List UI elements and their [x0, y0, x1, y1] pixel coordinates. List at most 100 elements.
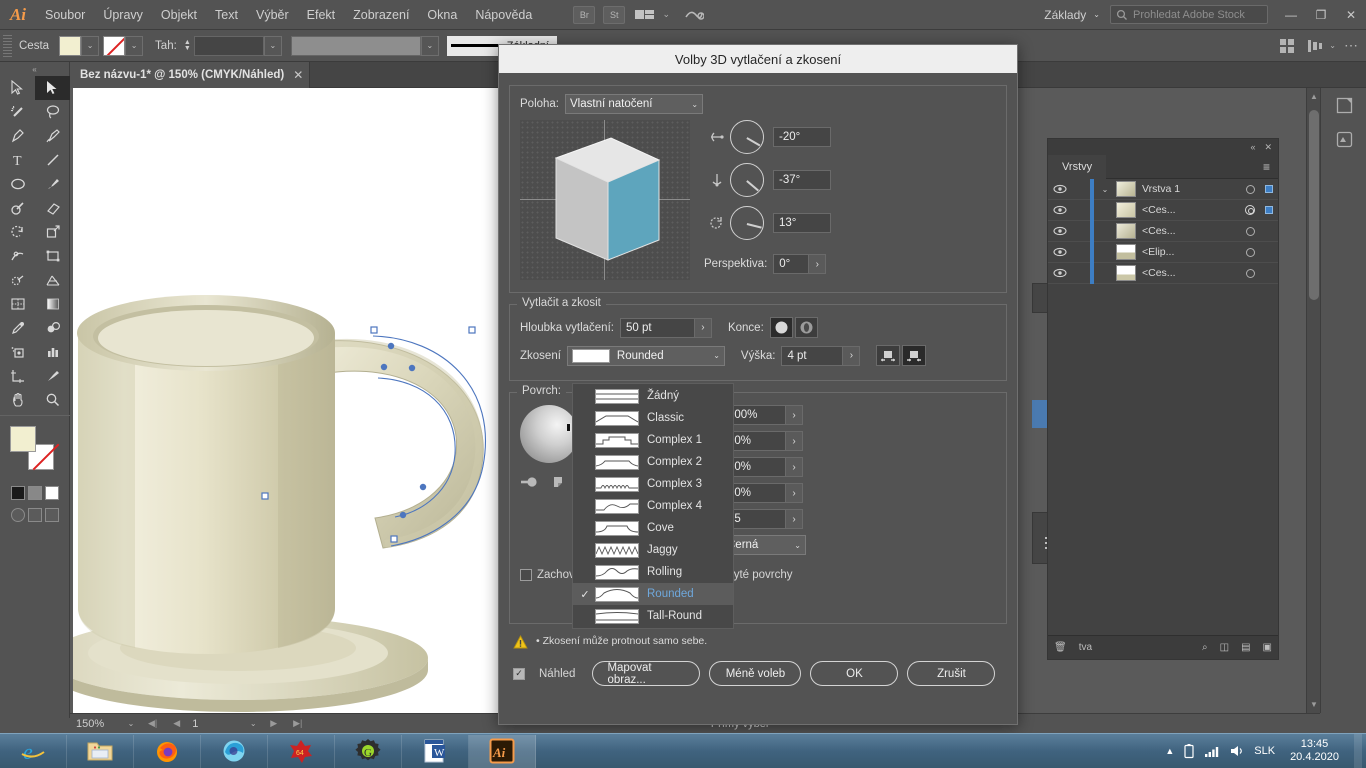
arrange-documents-button[interactable]: [635, 10, 655, 19]
taskbar-app-gear[interactable]: G: [335, 735, 402, 768]
menu-text[interactable]: Text: [206, 0, 247, 30]
taskbar-firefox[interactable]: [134, 735, 201, 768]
page-nav-first[interactable]: ◀|: [140, 718, 165, 729]
bevel-option-rounded[interactable]: ✓ Rounded: [573, 583, 733, 605]
color-button[interactable]: [11, 486, 25, 500]
align-grid-icon[interactable]: [1279, 38, 1295, 54]
stock-button[interactable]: St: [603, 6, 625, 24]
menu-soubor[interactable]: Soubor: [36, 0, 94, 30]
tool-eyedropper[interactable]: [0, 316, 35, 340]
bevel-option-complex2[interactable]: Complex 2: [573, 451, 733, 473]
tool-slice[interactable]: [35, 364, 70, 388]
locate-object-icon[interactable]: ⌕: [1202, 642, 1208, 653]
perspective-field[interactable]: 0°: [773, 254, 809, 274]
bevel-option-complex3[interactable]: Complex 3: [573, 473, 733, 495]
scrollbar-thumb[interactable]: [1309, 110, 1319, 300]
taskbar-file-explorer[interactable]: [67, 735, 134, 768]
volume-icon[interactable]: [1229, 744, 1245, 758]
bevel-dropdown-list[interactable]: Žádný Classic Complex 1: [572, 383, 734, 629]
extrude-depth-field[interactable]: 50 pt: [620, 318, 695, 338]
bevel-option-complex1[interactable]: Complex 1: [573, 429, 733, 451]
delete-light-icon[interactable]: [552, 475, 568, 490]
canvas-vertical-scrollbar[interactable]: ▲ ▼: [1306, 88, 1320, 713]
tool-free-transform[interactable]: [35, 244, 70, 268]
stock-search-input[interactable]: Prohledat Adobe Stock: [1110, 5, 1268, 24]
menu-zobrazeni[interactable]: Zobrazení: [344, 0, 418, 30]
tool-paintbrush[interactable]: [35, 172, 70, 196]
layer-name[interactable]: <Ces...: [1142, 267, 1240, 279]
delete-layer-icon[interactable]: 🗑: [1054, 642, 1067, 653]
rotate-y-dial[interactable]: [730, 120, 764, 154]
highlight-intensity-popup-button[interactable]: ›: [786, 457, 803, 477]
target-indicator[interactable]: [1240, 248, 1260, 257]
tool-selection[interactable]: [0, 76, 35, 100]
light-intensity-popup-button[interactable]: ›: [786, 405, 803, 425]
bevel-option-cove[interactable]: Cove: [573, 517, 733, 539]
page-nav-next[interactable]: ▶: [262, 718, 285, 729]
position-select[interactable]: Vlastní natočení ⌄: [565, 94, 703, 114]
draw-normal-button[interactable]: [11, 508, 25, 522]
scroll-up-icon[interactable]: ▲: [1310, 92, 1318, 101]
fill-swatch[interactable]: [59, 36, 81, 56]
tool-eraser[interactable]: [35, 196, 70, 220]
artboard[interactable]: [73, 88, 515, 713]
rotate-y-field[interactable]: -20°: [773, 127, 831, 147]
zoom-level[interactable]: 150%: [70, 718, 122, 730]
tool-symbol-sprayer[interactable]: [0, 340, 35, 364]
tool-magic-wand[interactable]: [0, 100, 35, 124]
menu-okna[interactable]: Okna: [418, 0, 466, 30]
workspace-switcher[interactable]: Základy ⌄: [1034, 8, 1110, 22]
cube-preview[interactable]: [520, 120, 690, 280]
visibility-eye-icon[interactable]: [1048, 226, 1072, 236]
stroke-swatch[interactable]: [103, 36, 125, 56]
layer-row-4[interactable]: <Ces...: [1048, 263, 1278, 284]
network-signal-icon[interactable]: [1204, 744, 1220, 758]
tool-lasso[interactable]: [35, 100, 70, 124]
close-icon[interactable]: ✕: [1264, 142, 1272, 153]
bevel-option-complex4[interactable]: Complex 4: [573, 495, 733, 517]
scroll-down-icon[interactable]: ▼: [1310, 700, 1318, 709]
gradient-button[interactable]: [28, 486, 42, 500]
extrude-depth-popup-button[interactable]: ›: [695, 318, 712, 338]
tool-hand[interactable]: [0, 388, 35, 412]
bevel-select[interactable]: Rounded ⌄: [567, 346, 725, 366]
draw-inside-button[interactable]: [45, 508, 59, 522]
new-sublayer-icon[interactable]: ▤: [1241, 642, 1250, 653]
bridge-button[interactable]: Br: [573, 6, 595, 24]
shading-color-select[interactable]: Černá ⌄: [722, 535, 806, 555]
close-button[interactable]: ✕: [1336, 0, 1366, 30]
bevel-extent-in-button[interactable]: [902, 345, 926, 366]
target-indicator[interactable]: [1240, 185, 1260, 194]
page-nav-last[interactable]: ▶|: [285, 718, 310, 729]
target-indicator[interactable]: [1240, 205, 1260, 215]
highlight-size-popup-button[interactable]: ›: [786, 483, 803, 503]
cap-on-button[interactable]: [770, 317, 793, 338]
layer-row-1[interactable]: <Ces...: [1048, 200, 1278, 221]
close-icon[interactable]: ✕: [293, 68, 303, 82]
tool-blend[interactable]: [35, 316, 70, 340]
tool-width[interactable]: [0, 244, 35, 268]
minimize-button[interactable]: —: [1276, 0, 1306, 30]
tool-pen[interactable]: [0, 124, 35, 148]
preserve-spot-colors-checkbox[interactable]: [520, 569, 532, 581]
preview-checkbox[interactable]: ✓: [513, 668, 525, 680]
draw-behind-button[interactable]: [28, 508, 42, 522]
bevel-height-popup-button[interactable]: ›: [843, 346, 860, 366]
selection-indicator[interactable]: [1260, 185, 1278, 193]
control-bar-overflow-icon[interactable]: ⋯: [1344, 37, 1360, 54]
toolbar-fill-swatch[interactable]: [10, 426, 36, 452]
tool-curvature[interactable]: [35, 124, 70, 148]
taskbar-internet-explorer[interactable]: e: [0, 735, 67, 768]
visibility-eye-icon[interactable]: [1048, 247, 1072, 257]
tool-perspective-grid[interactable]: [35, 268, 70, 292]
cancel-button[interactable]: Zrušit: [907, 661, 995, 686]
page-dropdown-icon[interactable]: ⌄: [244, 719, 262, 728]
stroke-weight-stepper[interactable]: ▲▼: [181, 36, 194, 56]
ok-button[interactable]: OK: [810, 661, 898, 686]
home-icon[interactable]: [677, 6, 711, 24]
panel-menu-icon[interactable]: ≡: [1263, 160, 1270, 174]
keyboard-layout[interactable]: SLK: [1254, 745, 1275, 757]
bevel-option-jaggy[interactable]: Jaggy: [573, 539, 733, 561]
light-source-handle[interactable]: [566, 423, 571, 432]
tab-layers[interactable]: Vrstvy: [1048, 155, 1106, 179]
